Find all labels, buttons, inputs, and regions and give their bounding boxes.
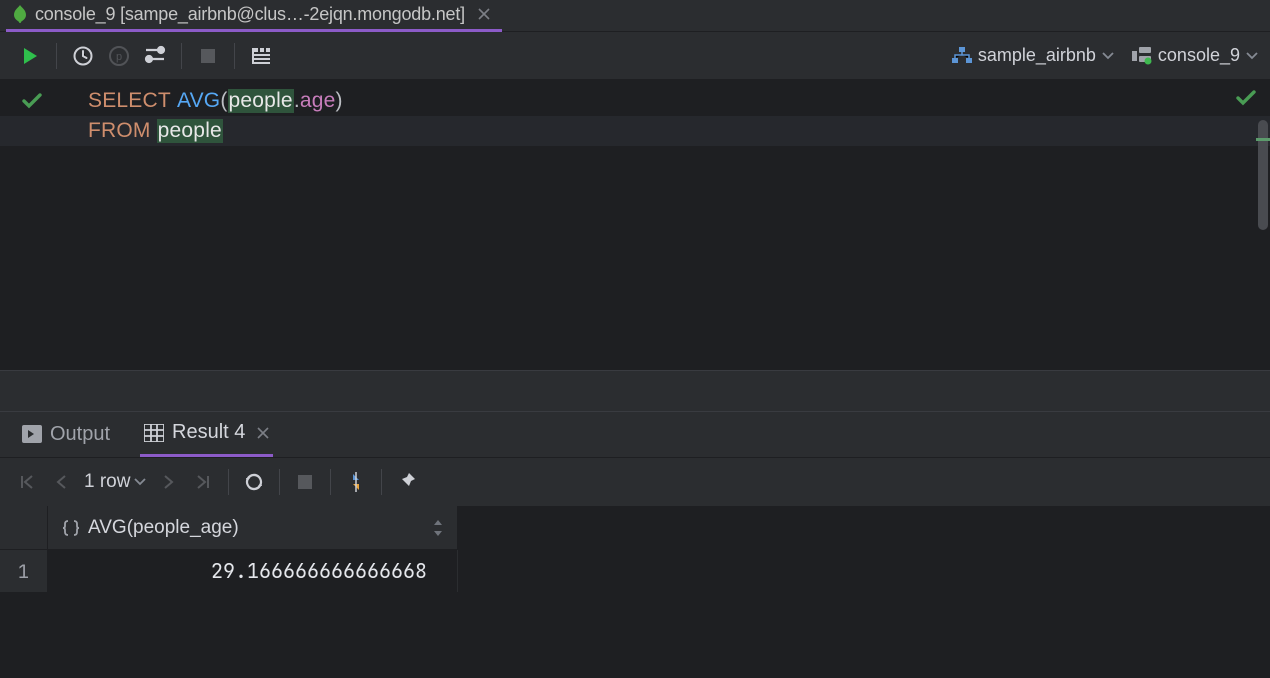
settings-button[interactable] <box>137 38 173 74</box>
column-header-label: AVG(people_age) <box>88 517 239 539</box>
statement-marker-icon[interactable] <box>22 93 42 109</box>
console-context-dropdown[interactable]: console_9 <box>1132 45 1258 66</box>
pin-button[interactable] <box>390 465 424 499</box>
separator <box>234 43 235 69</box>
separator <box>56 43 57 69</box>
editor-toolbar: p sample_airbnb <box>0 32 1270 80</box>
console-context-label: console_9 <box>1158 45 1240 66</box>
output-tab[interactable]: Output <box>18 411 114 457</box>
table-ref: people <box>157 119 223 143</box>
cell-value[interactable]: 29.166666666666668 <box>48 550 458 592</box>
first-page-button[interactable] <box>10 465 44 499</box>
result-tab[interactable]: Result 4 <box>140 411 273 457</box>
datasource-icon <box>1132 47 1152 65</box>
function: AVG <box>177 89 220 113</box>
scrollbar-marker <box>1256 138 1270 141</box>
result-tab-label: Result 4 <box>172 421 245 444</box>
output-icon <box>22 425 42 443</box>
row-count-dropdown[interactable]: 1 row <box>84 471 146 493</box>
svg-text:p: p <box>116 51 122 63</box>
cancel-query-button[interactable] <box>288 465 322 499</box>
result-grid: AVG(people_age) 1 29.166666666666668 <box>0 506 1270 678</box>
column-ref: age <box>300 89 336 113</box>
sort-icon[interactable] <box>433 520 443 536</box>
sql-editor[interactable]: SELECT AVG ( people . age ) FROM people <box>0 80 1270 370</box>
row-number-header[interactable] <box>0 506 48 550</box>
playground-button[interactable]: p <box>101 38 137 74</box>
separator <box>181 43 182 69</box>
history-button[interactable] <box>65 38 101 74</box>
file-tab-bar: console_9 [sampe_airbnb@clus…-2ejqn.mong… <box>0 0 1270 32</box>
keyword: SELECT <box>88 89 171 113</box>
column-header[interactable]: AVG(people_age) <box>48 506 458 550</box>
mongodb-leaf-icon <box>12 6 28 22</box>
punct: ( <box>220 89 227 113</box>
stop-button[interactable] <box>190 38 226 74</box>
prev-page-button[interactable] <box>44 465 78 499</box>
editor-scrollbar[interactable] <box>1258 120 1268 230</box>
braces-icon <box>62 520 80 536</box>
separator <box>381 469 382 495</box>
next-page-button[interactable] <box>152 465 186 499</box>
code-line: FROM people <box>0 116 1270 146</box>
separator <box>330 469 331 495</box>
table-icon <box>144 424 164 442</box>
results-toolbar: 1 row <box>0 458 1270 506</box>
close-result-tab-button[interactable] <box>257 427 269 439</box>
schema-icon <box>952 47 972 65</box>
results-tab-bar: Output Result 4 <box>0 412 1270 458</box>
inspections-ok-icon[interactable] <box>1236 90 1256 106</box>
compare-button[interactable] <box>339 465 373 499</box>
chevron-down-icon <box>1102 52 1114 60</box>
last-page-button[interactable] <box>186 465 220 499</box>
row-count-label: 1 row <box>84 471 130 493</box>
output-tab-label: Output <box>50 423 110 446</box>
punct: ) <box>336 89 343 113</box>
grid-header-row: AVG(people_age) <box>0 506 1270 550</box>
close-tab-button[interactable] <box>478 8 490 20</box>
explain-plan-button[interactable] <box>243 38 279 74</box>
separator <box>228 469 229 495</box>
code-line: SELECT AVG ( people . age ) <box>0 86 1270 116</box>
table-row[interactable]: 1 29.166666666666668 <box>0 550 1270 592</box>
run-button[interactable] <box>12 38 48 74</box>
table-ref: people <box>228 89 294 113</box>
separator <box>279 469 280 495</box>
database-context-label: sample_airbnb <box>978 45 1096 66</box>
chevron-down-icon <box>134 478 146 486</box>
keyword: FROM <box>88 119 151 143</box>
database-context-dropdown[interactable]: sample_airbnb <box>952 45 1114 66</box>
chevron-down-icon <box>1246 52 1258 60</box>
file-tab[interactable]: console_9 [sampe_airbnb@clus…-2ejqn.mong… <box>6 0 502 32</box>
row-number: 1 <box>0 550 48 592</box>
panel-divider[interactable] <box>0 370 1270 412</box>
reload-button[interactable] <box>237 465 271 499</box>
file-tab-label: console_9 [sampe_airbnb@clus…-2ejqn.mong… <box>35 4 465 25</box>
